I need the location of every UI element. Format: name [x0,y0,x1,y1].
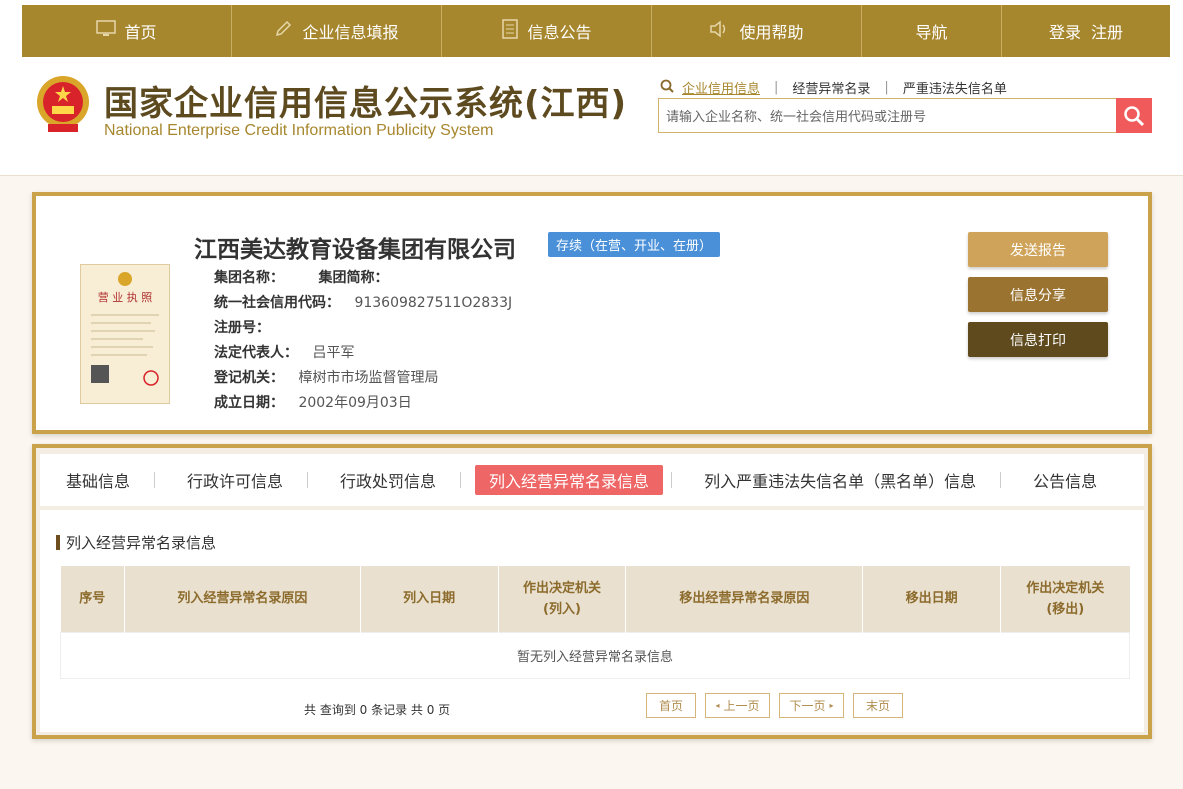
established-value: 2002年09月03日 [298,395,412,411]
credit-code-value: 913609827511O2833J [354,295,513,311]
search-small-icon [660,79,674,97]
search-tab-separator: | [884,80,889,95]
register-link[interactable]: 注册 [1091,19,1123,43]
column-header: 作出决定机关 (列入) [498,566,627,632]
nav-bar: 首页 企业信息填报 信息公告 使用帮助 导航 登录 注册 [22,5,1170,57]
business-license-image[interactable]: 营 业 执 照 [80,264,170,404]
next-page-button[interactable]: 下一页 ▸ [779,693,844,718]
group-row: 集团名称： 集团简称： [214,266,512,291]
credit-code-label: 统一社会信用代码： [214,295,340,311]
nav-item-enterprise-report[interactable]: 企业信息填报 [232,5,442,57]
site-header: 国家企业信用信息公示系统(江西) National Enterprise Cre… [0,58,1183,176]
title-marker [56,535,60,550]
group-name-label: 集团名称： [214,270,284,286]
tab-abnormal-list[interactable]: 列入经营异常名录信息 [475,465,664,495]
column-header: 列入日期 [360,566,499,632]
speaker-icon [709,19,731,43]
search-tab-separator: | [774,80,779,95]
credit-code-row: 统一社会信用代码： 913609827511O2833J [214,291,512,316]
login-link[interactable]: 登录 [1049,19,1081,43]
search-input[interactable]: 请输入企业名称、统一社会信用代码或注册号 [658,98,1118,133]
info-section: 基础信息 行政许可信息 行政处罚信息 列入经营异常名录信息 列入严重违法失信名单… [32,444,1152,739]
chevron-left-icon: ◂ [715,701,720,710]
tab-separator [1000,472,1002,488]
column-header: 作出决定机关 (移出) [1000,566,1130,632]
group-abbr-label: 集团简称： [318,270,389,286]
column-header: 移出日期 [862,566,1002,632]
prev-page-button[interactable]: ◂ 上一页 [705,693,770,718]
legal-rep-row: 法定代表人： 吕平军 [214,341,512,366]
search-type-tabs: 企业信用信息 | 经营异常名录 | 严重违法失信名单 [660,78,1007,97]
abnormal-list-panel: 列入经营异常名录信息 序号 列入经营异常名录原因 列入日期 作出决定机关 (列入… [40,510,1144,732]
panel-title-text: 列入经营异常名录信息 [66,534,217,552]
send-report-button[interactable]: 发送报告 [968,232,1108,267]
tab-admin-license[interactable]: 行政许可信息 [173,465,297,495]
authority-row: 登记机关： 樟树市市场监督管理局 [214,366,512,391]
national-emblem-icon [34,74,92,136]
search-tab-abnormal[interactable]: 经营异常名录 [792,78,870,97]
tab-separator [307,472,309,488]
column-header: 列入经营异常名录原因 [124,566,361,632]
nav-item-help[interactable]: 使用帮助 [652,5,862,57]
tab-separator [460,472,462,488]
tab-admin-penalty[interactable]: 行政处罚信息 [326,465,450,495]
nav-home-label: 首页 [124,23,157,42]
nav-item-announcement[interactable]: 信息公告 [442,5,652,57]
share-button[interactable]: 信息分享 [968,277,1108,312]
tab-blacklist[interactable]: 列入严重违法失信名单（黑名单）信息 [690,465,990,495]
status-badge: 存续（在营、开业、在册） [548,232,721,257]
search-button[interactable] [1116,98,1152,133]
nav-item-home[interactable]: 首页 [22,5,232,57]
last-page-button[interactable]: 末页 [853,693,903,718]
pen-icon [274,20,294,43]
legal-rep-value: 吕平军 [312,345,355,361]
search-tab-credit[interactable]: 企业信用信息 [682,78,760,97]
tab-announcements[interactable]: 公告信息 [1019,465,1111,495]
search-icon [1124,105,1145,126]
nav-navigation-label: 导航 [915,23,948,42]
company-name: 江西美达教育设备集团有限公司 [194,237,516,263]
search-tab-blacklist[interactable]: 严重违法失信名单 [903,78,1007,97]
empty-message: 暂无列入经营异常名录信息 [60,631,1130,679]
print-button[interactable]: 信息打印 [968,322,1108,357]
reg-no-label: 注册号： [214,320,270,336]
column-header: 序号 [60,566,125,632]
table-header-row: 序号 列入经营异常名录原因 列入日期 作出决定机关 (列入) 移出经营异常名录原… [60,566,1130,632]
authority-value: 樟树市市场监督管理局 [298,370,439,386]
authority-label: 登记机关： [214,370,284,386]
svg-text:营 业 执 照: 营 业 执 照 [98,290,153,304]
monitor-icon [96,19,117,43]
site-subtitle: National Enterprise Credit Information P… [104,122,494,139]
column-header: 移出经营异常名录原因 [625,566,864,632]
nav-item-account: 登录 注册 [1002,5,1170,57]
info-tabs: 基础信息 行政许可信息 行政处罚信息 列入经营异常名录信息 列入严重违法失信名单… [40,454,1144,506]
established-label: 成立日期： [214,395,284,411]
document-icon [501,18,519,44]
reg-no-row: 注册号： [214,316,512,341]
company-info: 集团名称： 集团简称： 统一社会信用代码： 913609827511O2833J… [214,266,512,416]
table-row: 暂无列入经营异常名录信息 [60,631,1130,679]
established-row: 成立日期： 2002年09月03日 [214,391,512,416]
nav-announcement-label: 信息公告 [527,23,592,42]
first-page-button[interactable]: 首页 [646,693,696,718]
nav-enterprise-report-label: 企业信息填报 [302,23,399,42]
nav-item-navigation[interactable]: 导航 [862,5,1002,57]
top-navigation: 首页 企业信息填报 信息公告 使用帮助 导航 登录 注册 [0,0,1183,58]
site-title: 国家企业信用信息公示系统(江西) [104,84,628,124]
prev-page-label: 上一页 [723,699,760,713]
nav-help-label: 使用帮助 [739,23,804,42]
panel-title: 列入经营异常名录信息 [56,532,216,553]
legal-rep-label: 法定代表人： [214,345,298,361]
tab-separator [671,472,673,488]
tab-separator [154,472,156,488]
pagination: 首页 ◂ 上一页 下一页 ▸ 末页 [646,693,912,718]
tab-basic-info[interactable]: 基础信息 [52,465,144,495]
next-page-label: 下一页 [789,699,826,713]
abnormal-list-table: 序号 列入经营异常名录原因 列入日期 作出决定机关 (列入) 移出经营异常名录原… [60,566,1130,679]
chevron-right-icon: ▸ [829,701,834,710]
pagination-summary: 共 查询到 0 条记录 共 0 页 [304,703,451,717]
company-card: 营 业 执 照 江西美达教育设备集团有限公司 存续（在营、开业、在册） 集团名称… [32,192,1152,434]
